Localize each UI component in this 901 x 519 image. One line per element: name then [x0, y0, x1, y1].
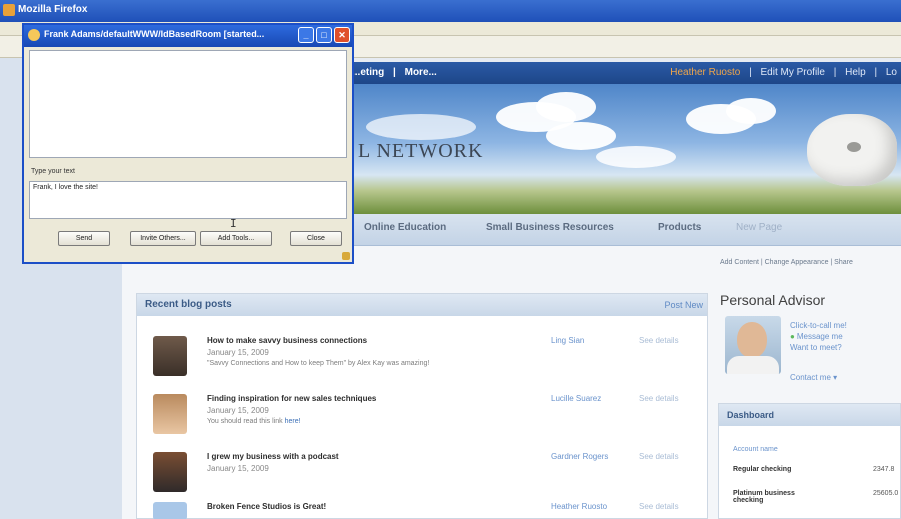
blog-post-row: Finding inspiration for new sales techni…: [137, 390, 707, 448]
nav-separator: |: [874, 67, 878, 78]
click-to-call-link[interactable]: Click-to-call me!: [790, 320, 847, 331]
nav-logout[interactable]: Lo: [886, 67, 897, 78]
advisor-shirt: [727, 356, 779, 374]
blog-post-title[interactable]: How to make savvy business connections: [207, 336, 367, 345]
post-new-link[interactable]: Post New: [664, 300, 703, 310]
chat-input-label: Type your text: [31, 168, 75, 175]
dashboard-panel: Dashboard Account name Regular checking …: [718, 403, 901, 519]
advisor-face: [737, 322, 767, 358]
see-details-link[interactable]: See details: [639, 394, 679, 403]
dashboard-account-value: 25605.0: [873, 490, 899, 497]
excerpt-here-link[interactable]: here!: [285, 418, 301, 425]
blog-post-row: How to make savvy business connections J…: [137, 332, 707, 390]
blog-panel-header: Recent blog posts Post New: [137, 294, 707, 316]
see-details-link[interactable]: See details: [639, 502, 679, 511]
blog-post-date: January 15, 2009: [207, 406, 269, 415]
blog-post-title[interactable]: I grew my business with a podcast: [207, 452, 339, 461]
site-logo-title: L NETWORK: [358, 140, 484, 162]
nav-user-name[interactable]: Heather Ruosto: [670, 67, 740, 78]
dashboard-account-name[interactable]: Platinum business checking: [733, 490, 813, 504]
page-utility-links[interactable]: Add Content | Change Appearance | Share: [720, 259, 853, 266]
blog-post-excerpt: You should read this link here!: [207, 418, 301, 425]
cloud-shape: [546, 122, 616, 150]
want-to-meet-link[interactable]: Want to meet?: [790, 342, 847, 353]
blog-post-author[interactable]: Ling Sian: [551, 336, 584, 345]
piggy-bank-nose: [847, 142, 861, 152]
text-cursor-icon: I: [230, 217, 237, 230]
contact-me-link[interactable]: Contact me ▾: [790, 373, 837, 382]
see-details-link[interactable]: See details: [639, 336, 679, 345]
blog-post-author[interactable]: Lucille Suarez: [551, 394, 601, 403]
personal-advisor-title: Personal Advisor: [720, 292, 826, 308]
dashboard-column-header: Account name: [733, 446, 778, 453]
add-tools-button[interactable]: Add Tools...: [200, 231, 272, 246]
resize-grip-icon[interactable]: [342, 252, 350, 260]
nav-link-more[interactable]: More...: [405, 67, 437, 78]
firefox-icon: [3, 4, 15, 16]
nav-help[interactable]: Help: [845, 67, 866, 78]
blog-post-date: January 15, 2009: [207, 464, 269, 473]
tab-new-page[interactable]: New Page: [736, 222, 782, 233]
chat-app-icon: [28, 29, 40, 41]
recent-blog-posts-panel: Recent blog posts Post New How to make s…: [136, 293, 708, 519]
minimize-icon[interactable]: _: [298, 27, 314, 43]
chevron-down-icon: ▾: [833, 373, 838, 382]
chat-window: Frank Adams/defaultWWW/IdBasedRoom [star…: [22, 23, 354, 264]
nav-separator: |: [393, 67, 396, 78]
invite-others-button[interactable]: Invite Others...: [130, 231, 196, 246]
author-avatar: [153, 336, 187, 376]
cloud-shape: [366, 114, 476, 140]
tab-small-business-resources[interactable]: Small Business Resources: [486, 222, 614, 233]
cloud-shape: [726, 98, 776, 124]
dashboard-account-name[interactable]: Regular checking: [733, 466, 791, 473]
blog-post-author[interactable]: Gardner Rogers: [551, 452, 608, 461]
author-avatar: [153, 394, 187, 434]
main-tab-bar: Online Education Small Business Resource…: [346, 214, 901, 246]
nav-link-marketing[interactable]: ...eting: [352, 67, 384, 78]
blog-post-date: January 15, 2009: [207, 348, 269, 357]
hero-banner: L NETWORK: [346, 84, 901, 214]
close-button[interactable]: Close: [290, 231, 342, 246]
see-details-link[interactable]: See details: [639, 452, 679, 461]
chat-window-titlebar[interactable]: Frank Adams/defaultWWW/IdBasedRoom [star…: [24, 25, 352, 47]
author-avatar: [153, 502, 187, 519]
blog-post-title[interactable]: Finding inspiration for new sales techni…: [207, 394, 376, 403]
browser-titlebar: Mozilla Firefox: [0, 0, 901, 22]
cloud-shape: [536, 92, 596, 122]
blog-post-title[interactable]: Broken Fence Studios is Great!: [207, 502, 326, 511]
advisor-avatar: [725, 316, 781, 374]
site-top-nav: ...eting | More... Heather Ruosto | Edit…: [346, 62, 901, 84]
nav-edit-profile[interactable]: Edit My Profile: [760, 67, 824, 78]
message-me-link[interactable]: Message me: [790, 331, 847, 342]
tab-online-education[interactable]: Online Education: [364, 222, 446, 233]
chat-window-title: Frank Adams/defaultWWW/IdBasedRoom [star…: [44, 29, 265, 39]
nav-separator: |: [749, 67, 752, 78]
blog-panel-title: Recent blog posts: [145, 299, 232, 310]
browser-title: Mozilla Firefox: [18, 4, 88, 15]
dashboard-account-value: 2347.8: [873, 466, 895, 473]
author-avatar: [153, 452, 187, 492]
blog-post-author[interactable]: Heather Ruosto: [551, 502, 607, 511]
cloud-shape: [596, 146, 676, 168]
dashboard-title: Dashboard: [719, 404, 900, 426]
chat-history-area[interactable]: [29, 50, 347, 158]
close-icon[interactable]: ✕: [334, 27, 350, 43]
tab-products[interactable]: Products: [658, 222, 701, 233]
blog-post-excerpt: "Savvy Connections and How to keep Them"…: [207, 360, 430, 367]
chat-message-input[interactable]: Frank, I love the site!: [29, 181, 347, 219]
send-button[interactable]: Send: [58, 231, 110, 246]
advisor-contact-links: Click-to-call me! Message me Want to mee…: [790, 320, 847, 353]
maximize-icon[interactable]: □: [316, 27, 332, 43]
nav-separator: |: [833, 67, 837, 78]
blog-post-row: Broken Fence Studios is Great! Heather R…: [137, 498, 707, 519]
